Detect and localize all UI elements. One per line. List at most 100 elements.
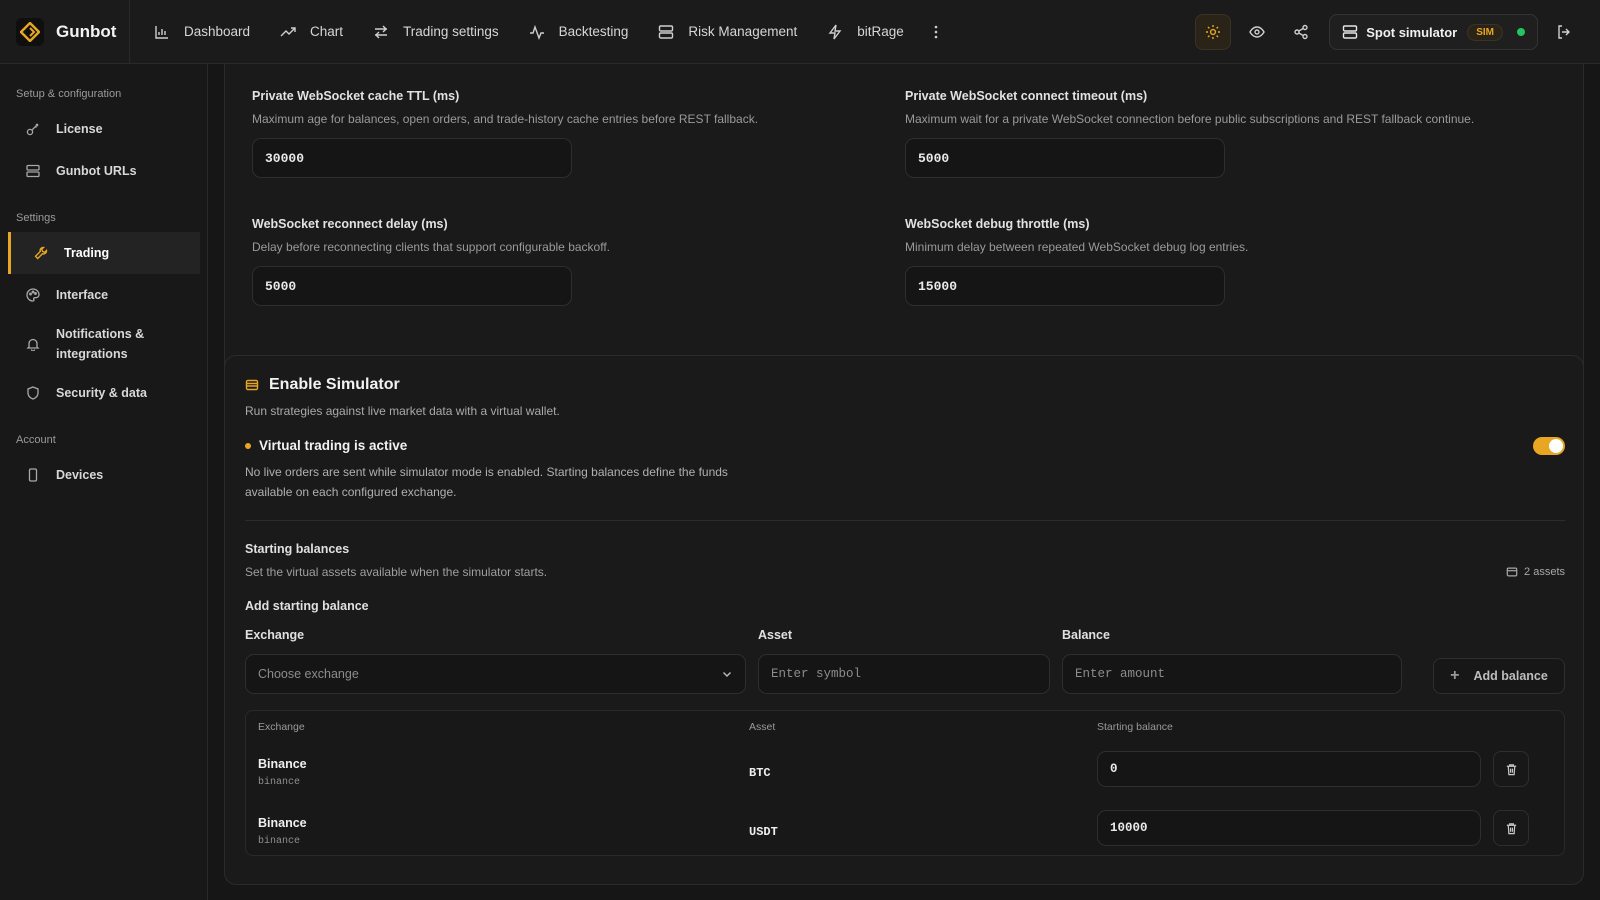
smartphone-icon xyxy=(28,468,38,482)
starting-balance-input[interactable]: 0 xyxy=(1097,751,1481,787)
field-label: WebSocket reconnect delay (ms) xyxy=(252,217,448,231)
nav-trading-settings[interactable]: Trading settings xyxy=(373,24,499,40)
exchange-id: binance xyxy=(258,836,301,847)
ws-debug-throttle-input[interactable]: 15000 xyxy=(905,266,1225,306)
field-help: Maximum age for balances, open orders, a… xyxy=(252,112,759,126)
server-icon xyxy=(659,24,674,39)
activity-icon xyxy=(529,24,544,40)
simulator-subtitle: Run strategies against live market data … xyxy=(245,404,560,418)
nav-risk-management[interactable]: Risk Management xyxy=(658,24,797,40)
add-balance-label: Add balance xyxy=(1473,669,1548,683)
trash-icon xyxy=(1506,822,1516,834)
sidebar-item-label: Notifications & integrations xyxy=(56,327,145,361)
assets-count: 2 assets xyxy=(1506,566,1565,578)
sidebar-item-notifications[interactable]: Notifications & integrations xyxy=(0,316,207,372)
shield-icon xyxy=(27,386,39,400)
simulator-title: Enable Simulator xyxy=(269,376,400,393)
status-online-dot xyxy=(1517,28,1525,36)
palette-icon xyxy=(26,288,40,302)
add-balance-button[interactable]: + Add balance xyxy=(1433,658,1565,694)
chevron-down-icon xyxy=(723,672,731,677)
sidebar-section-account: Account xyxy=(16,434,56,446)
nav-dashboard[interactable]: Dashboard xyxy=(154,24,250,40)
main-content: Private WebSocket cache TTL (ms) Maximum… xyxy=(208,64,1600,900)
settings-button[interactable] xyxy=(1195,14,1232,50)
balances-table: Exchange Asset Starting balance Binance … xyxy=(245,710,1565,856)
nav-chart[interactable]: Chart xyxy=(280,24,343,40)
sidebar-item-security[interactable]: Security & data xyxy=(0,372,207,414)
wallet-icon xyxy=(245,379,259,391)
trend-up-icon xyxy=(280,26,296,36)
asset-input[interactable]: Enter symbol xyxy=(758,654,1050,694)
simulator-toggle[interactable] xyxy=(1533,437,1565,455)
main-nav: Dashboard Chart Trading settings Backtes… xyxy=(154,24,988,40)
delete-row-button[interactable] xyxy=(1493,810,1529,846)
nav-dashboard-label: Dashboard xyxy=(184,24,251,39)
top-right-controls: Spot simulator SIM xyxy=(1187,0,1582,64)
exchange-name: Binance xyxy=(258,816,307,830)
simulator-status-title: Virtual trading is active xyxy=(259,438,408,453)
logout-icon xyxy=(1558,25,1570,39)
sidebar-item-license[interactable]: License xyxy=(0,108,207,150)
simulator-header: Enable Simulator xyxy=(245,376,400,394)
logout-button[interactable] xyxy=(1546,14,1582,50)
sidebar-item-label: License xyxy=(56,122,103,136)
field-help: Minimum delay between repeated WebSocket… xyxy=(905,240,1249,254)
nav-bitrage[interactable]: bitRage xyxy=(827,24,904,40)
sidebar-item-trading[interactable]: Trading xyxy=(8,232,200,274)
ws-connect-timeout-input[interactable]: 5000 xyxy=(905,138,1225,178)
sidebar-item-gunbot-urls[interactable]: Gunbot URLs xyxy=(0,150,207,192)
simulator-card: Enable Simulator Run strategies against … xyxy=(224,355,1584,885)
brand-name: Gunbot xyxy=(56,21,117,41)
nav-trading-settings-label: Trading settings xyxy=(403,24,499,39)
nav-backtesting[interactable]: Backtesting xyxy=(529,24,629,40)
server-icon xyxy=(1343,25,1358,39)
add-balance-title: Add starting balance xyxy=(245,599,369,613)
simulator-selector[interactable]: Spot simulator SIM xyxy=(1329,14,1538,50)
more-vertical-icon xyxy=(934,25,938,38)
sidebar-item-label: Gunbot URLs xyxy=(56,164,137,178)
nav-backtesting-label: Backtesting xyxy=(558,24,629,39)
ws-cache-ttl-field: Private WebSocket cache TTL (ms) Maximum… xyxy=(252,89,892,178)
field-label: Private WebSocket connect timeout (ms) xyxy=(905,89,1148,103)
exchange-name: Binance xyxy=(258,757,307,771)
field-help: Delay before reconnecting clients that s… xyxy=(252,240,610,254)
nav-chart-label: Chart xyxy=(310,24,344,39)
simulator-label: Spot simulator xyxy=(1366,24,1458,40)
wrench-icon xyxy=(34,246,48,260)
exchange-select[interactable]: Choose exchange xyxy=(245,654,746,694)
field-label: Private WebSocket cache TTL (ms) xyxy=(252,89,460,103)
table-row: Binance binance USDT 10000 xyxy=(246,806,1564,864)
top-bar: Gunbot Dashboard Chart Trading settings … xyxy=(0,0,1600,64)
ws-connect-timeout-field: Private WebSocket connect timeout (ms) M… xyxy=(905,89,1565,178)
sidebar-item-label: Interface xyxy=(56,288,109,302)
starting-balance-input[interactable]: 10000 xyxy=(1097,810,1481,846)
ws-reconnect-delay-input[interactable]: 5000 xyxy=(252,266,572,306)
balance-input[interactable]: Enter amount xyxy=(1062,654,1402,694)
table-row: Binance binance BTC 0 xyxy=(246,747,1564,805)
sidebar-item-label: Security & data xyxy=(56,386,148,400)
asset-label: Asset xyxy=(758,628,793,642)
asset-symbol: USDT xyxy=(749,825,778,839)
share-icon xyxy=(1294,24,1308,40)
sim-badge: SIM xyxy=(1467,23,1503,41)
sidebar-item-devices[interactable]: Devices xyxy=(0,454,207,496)
websocket-settings-card: Private WebSocket cache TTL (ms) Maximum… xyxy=(224,64,1584,398)
gear-icon xyxy=(1206,25,1221,39)
exchange-id: binance xyxy=(258,777,301,788)
more-menu-button[interactable] xyxy=(928,24,958,40)
nav-bitrage-label: bitRage xyxy=(857,24,904,39)
delete-row-button[interactable] xyxy=(1493,751,1529,787)
bell-icon xyxy=(26,338,40,351)
ws-cache-ttl-input[interactable]: 30000 xyxy=(252,138,572,178)
balance-label: Balance xyxy=(1062,628,1110,642)
watch-button[interactable] xyxy=(1239,14,1275,50)
ws-debug-throttle-field: WebSocket debug throttle (ms) Minimum de… xyxy=(905,217,1545,306)
arrows-swap-icon xyxy=(375,25,388,38)
sidebar-item-interface[interactable]: Interface xyxy=(0,274,207,316)
assets-count-label: 2 assets xyxy=(1524,566,1565,578)
brand[interactable]: Gunbot xyxy=(0,0,130,64)
share-button[interactable] xyxy=(1283,14,1319,50)
status-dot xyxy=(245,442,251,449)
nav-risk-management-label: Risk Management xyxy=(688,24,798,39)
